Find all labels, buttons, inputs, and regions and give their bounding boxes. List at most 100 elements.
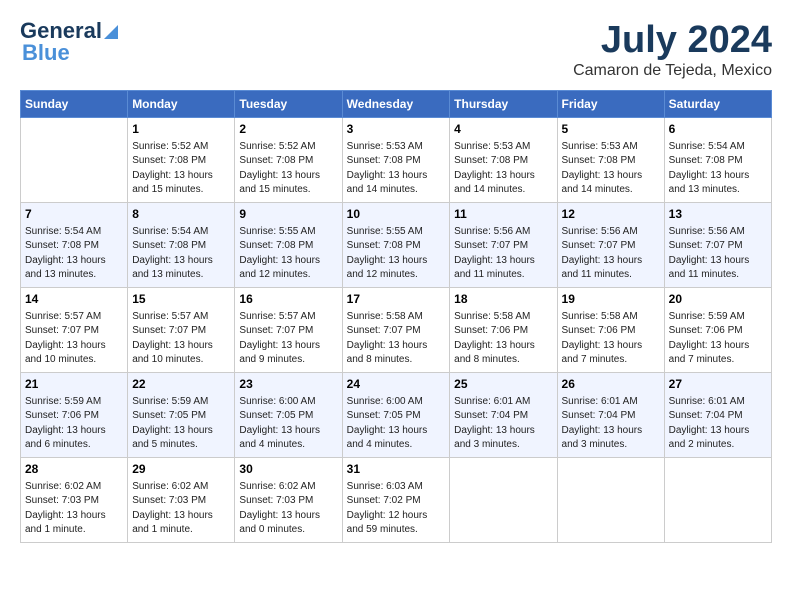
cell-info: Sunrise: 5:58 AMSunset: 7:06 PMDaylight:…: [454, 310, 552, 368]
day-number: 2: [239, 121, 337, 138]
day-number: 26: [562, 376, 660, 393]
calendar-cell: 27Sunrise: 6:01 AMSunset: 7:04 PMDayligh…: [664, 372, 771, 457]
day-number: 5: [562, 121, 660, 138]
calendar-cell: 30 Sunrise: 6:02 AMSunset: 7:03 PMDayligh…: [235, 457, 342, 542]
calendar-cell: 14 Sunrise: 5:57 AMSunset: 7:07 PMDayligh…: [21, 287, 128, 372]
calendar-cell: 12 Sunrise: 5:56 AMSunset: 7:07 PMDayligh…: [557, 202, 664, 287]
calendar-cell: 26 Sunrise: 6:01 AMSunset: 7:04 PMDayligh…: [557, 372, 664, 457]
day-number: 29: [132, 461, 230, 478]
calendar-cell: 17Sunrise: 5:58 AMSunset: 7:07 PMDayligh…: [342, 287, 450, 372]
cell-info: Sunrise: 5:52 AMSunset: 7:08 PMDaylight:…: [239, 140, 337, 198]
calendar-cell: 24 Sunrise: 6:00 AMSunset: 7:05 PMDayligh…: [342, 372, 450, 457]
cell-info: Sunrise: 6:00 AMSunset: 7:05 PMDaylight:…: [239, 395, 337, 453]
cell-info: Sunrise: 5:56 AMSunset: 7:07 PMDaylight:…: [454, 225, 552, 283]
calendar-cell: 20Sunrise: 5:59 AMSunset: 7:06 PMDayligh…: [664, 287, 771, 372]
col-header-saturday: Saturday: [664, 90, 771, 117]
calendar-week-row: 7 Sunrise: 5:54 AMSunset: 7:08 PMDaylight…: [21, 202, 772, 287]
calendar-cell: 21 Sunrise: 5:59 AMSunset: 7:06 PMDayligh…: [21, 372, 128, 457]
logo: General Blue: [20, 20, 118, 66]
day-number: 30: [239, 461, 337, 478]
calendar-cell: 7 Sunrise: 5:54 AMSunset: 7:08 PMDaylight…: [21, 202, 128, 287]
day-number: 21: [25, 376, 123, 393]
day-number: 7: [25, 206, 123, 223]
calendar-cell: 18Sunrise: 5:58 AMSunset: 7:06 PMDayligh…: [450, 287, 557, 372]
day-number: 8: [132, 206, 230, 223]
col-header-tuesday: Tuesday: [235, 90, 342, 117]
cell-info: Sunrise: 6:02 AMSunset: 7:03 PMDaylight:…: [25, 480, 123, 538]
calendar-cell: [664, 457, 771, 542]
calendar-cell: 6Sunrise: 5:54 AMSunset: 7:08 PMDaylight…: [664, 117, 771, 202]
month-year-title: July 2024: [573, 20, 772, 62]
title-area: July 2024 Camaron de Tejeda, Mexico: [573, 20, 772, 80]
calendar-cell: 5Sunrise: 5:53 AMSunset: 7:08 PMDaylight…: [557, 117, 664, 202]
day-number: 10: [347, 206, 446, 223]
calendar-cell: 23 Sunrise: 6:00 AMSunset: 7:05 PMDayligh…: [235, 372, 342, 457]
day-number: 25: [454, 376, 552, 393]
calendar-cell: 16Sunrise: 5:57 AMSunset: 7:07 PMDayligh…: [235, 287, 342, 372]
calendar-cell: 10 Sunrise: 5:55 AMSunset: 7:08 PMDayligh…: [342, 202, 450, 287]
calendar-table: SundayMondayTuesdayWednesdayThursdayFrid…: [20, 90, 772, 543]
day-number: 3: [347, 121, 446, 138]
cell-info: Sunrise: 6:00 AMSunset: 7:05 PMDaylight:…: [347, 395, 446, 453]
day-number: 15: [132, 291, 230, 308]
logo-blue: Blue: [20, 40, 70, 66]
day-number: 24: [347, 376, 446, 393]
cell-info: Sunrise: 5:56 AMSunset: 7:07 PMDaylight:…: [669, 225, 767, 283]
cell-info: Sunrise: 5:57 AMSunset: 7:07 PMDaylight:…: [25, 310, 123, 368]
location-subtitle: Camaron de Tejeda, Mexico: [573, 62, 772, 80]
cell-info: Sunrise: 5:58 AMSunset: 7:07 PMDaylight:…: [347, 310, 446, 368]
day-number: 1: [132, 121, 230, 138]
calendar-cell: 19Sunrise: 5:58 AMSunset: 7:06 PMDayligh…: [557, 287, 664, 372]
calendar-cell: 1Sunrise: 5:52 AMSunset: 7:08 PMDaylight…: [128, 117, 235, 202]
calendar-week-row: 1 Sunrise: 5:52 AMSunset: 7:08 PMDaylight…: [21, 117, 772, 202]
cell-info: Sunrise: 5:54 AMSunset: 7:08 PMDaylight:…: [669, 140, 767, 198]
col-header-sunday: Sunday: [21, 90, 128, 117]
calendar-cell: 3Sunrise: 5:53 AMSunset: 7:08 PMDaylight…: [342, 117, 450, 202]
col-header-friday: Friday: [557, 90, 664, 117]
calendar-cell: 29 Sunrise: 6:02 AMSunset: 7:03 PMDayligh…: [128, 457, 235, 542]
day-number: 13: [669, 206, 767, 223]
calendar-cell: 28 Sunrise: 6:02 AMSunset: 7:03 PMDayligh…: [21, 457, 128, 542]
day-number: 12: [562, 206, 660, 223]
cell-info: Sunrise: 5:56 AMSunset: 7:07 PMDaylight:…: [562, 225, 660, 283]
calendar-cell: [557, 457, 664, 542]
day-number: 19: [562, 291, 660, 308]
cell-info: Sunrise: 6:01 AMSunset: 7:04 PMDaylight:…: [562, 395, 660, 453]
day-number: 23: [239, 376, 337, 393]
cell-info: Sunrise: 6:02 AMSunset: 7:03 PMDaylight:…: [132, 480, 230, 538]
calendar-week-row: 28 Sunrise: 6:02 AMSunset: 7:03 PMDayligh…: [21, 457, 772, 542]
calendar-cell: 8 Sunrise: 5:54 AMSunset: 7:08 PMDaylight…: [128, 202, 235, 287]
day-number: 4: [454, 121, 552, 138]
day-number: 9: [239, 206, 337, 223]
calendar-cell: 11 Sunrise: 5:56 AMSunset: 7:07 PMDayligh…: [450, 202, 557, 287]
cell-info: Sunrise: 6:03 AMSunset: 7:02 PMDaylight:…: [347, 480, 446, 538]
calendar-header-row: SundayMondayTuesdayWednesdayThursdayFrid…: [21, 90, 772, 117]
calendar-cell: 15 Sunrise: 5:57 AMSunset: 7:07 PMDayligh…: [128, 287, 235, 372]
cell-info: Sunrise: 6:02 AMSunset: 7:03 PMDaylight:…: [239, 480, 337, 538]
day-number: 28: [25, 461, 123, 478]
cell-info: Sunrise: 5:57 AMSunset: 7:07 PMDaylight:…: [239, 310, 337, 368]
calendar-week-row: 14 Sunrise: 5:57 AMSunset: 7:07 PMDayligh…: [21, 287, 772, 372]
cell-info: Sunrise: 5:53 AMSunset: 7:08 PMDaylight:…: [454, 140, 552, 198]
day-number: 11: [454, 206, 552, 223]
cell-info: Sunrise: 5:54 AMSunset: 7:08 PMDaylight:…: [132, 225, 230, 283]
calendar-cell: 31 Sunrise: 6:03 AMSunset: 7:02 PMDayligh…: [342, 457, 450, 542]
calendar-week-row: 21 Sunrise: 5:59 AMSunset: 7:06 PMDayligh…: [21, 372, 772, 457]
cell-info: Sunrise: 6:01 AMSunset: 7:04 PMDaylight:…: [669, 395, 767, 453]
day-number: 14: [25, 291, 123, 308]
cell-info: Sunrise: 5:59 AMSunset: 7:05 PMDaylight:…: [132, 395, 230, 453]
col-header-wednesday: Wednesday: [342, 90, 450, 117]
calendar-cell: 9Sunrise: 5:55 AMSunset: 7:08 PMDaylight…: [235, 202, 342, 287]
col-header-monday: Monday: [128, 90, 235, 117]
cell-info: Sunrise: 5:57 AMSunset: 7:07 PMDaylight:…: [132, 310, 230, 368]
calendar-cell: [450, 457, 557, 542]
cell-info: Sunrise: 5:59 AMSunset: 7:06 PMDaylight:…: [25, 395, 123, 453]
day-number: 31: [347, 461, 446, 478]
day-number: 22: [132, 376, 230, 393]
logo-general: General: [20, 20, 102, 42]
page-header: General Blue July 2024 Camaron de Tejeda…: [20, 20, 772, 80]
cell-info: Sunrise: 5:54 AMSunset: 7:08 PMDaylight:…: [25, 225, 123, 283]
calendar-cell: [21, 117, 128, 202]
calendar-cell: 4 Sunrise: 5:53 AMSunset: 7:08 PMDaylight…: [450, 117, 557, 202]
cell-info: Sunrise: 5:55 AMSunset: 7:08 PMDaylight:…: [347, 225, 446, 283]
